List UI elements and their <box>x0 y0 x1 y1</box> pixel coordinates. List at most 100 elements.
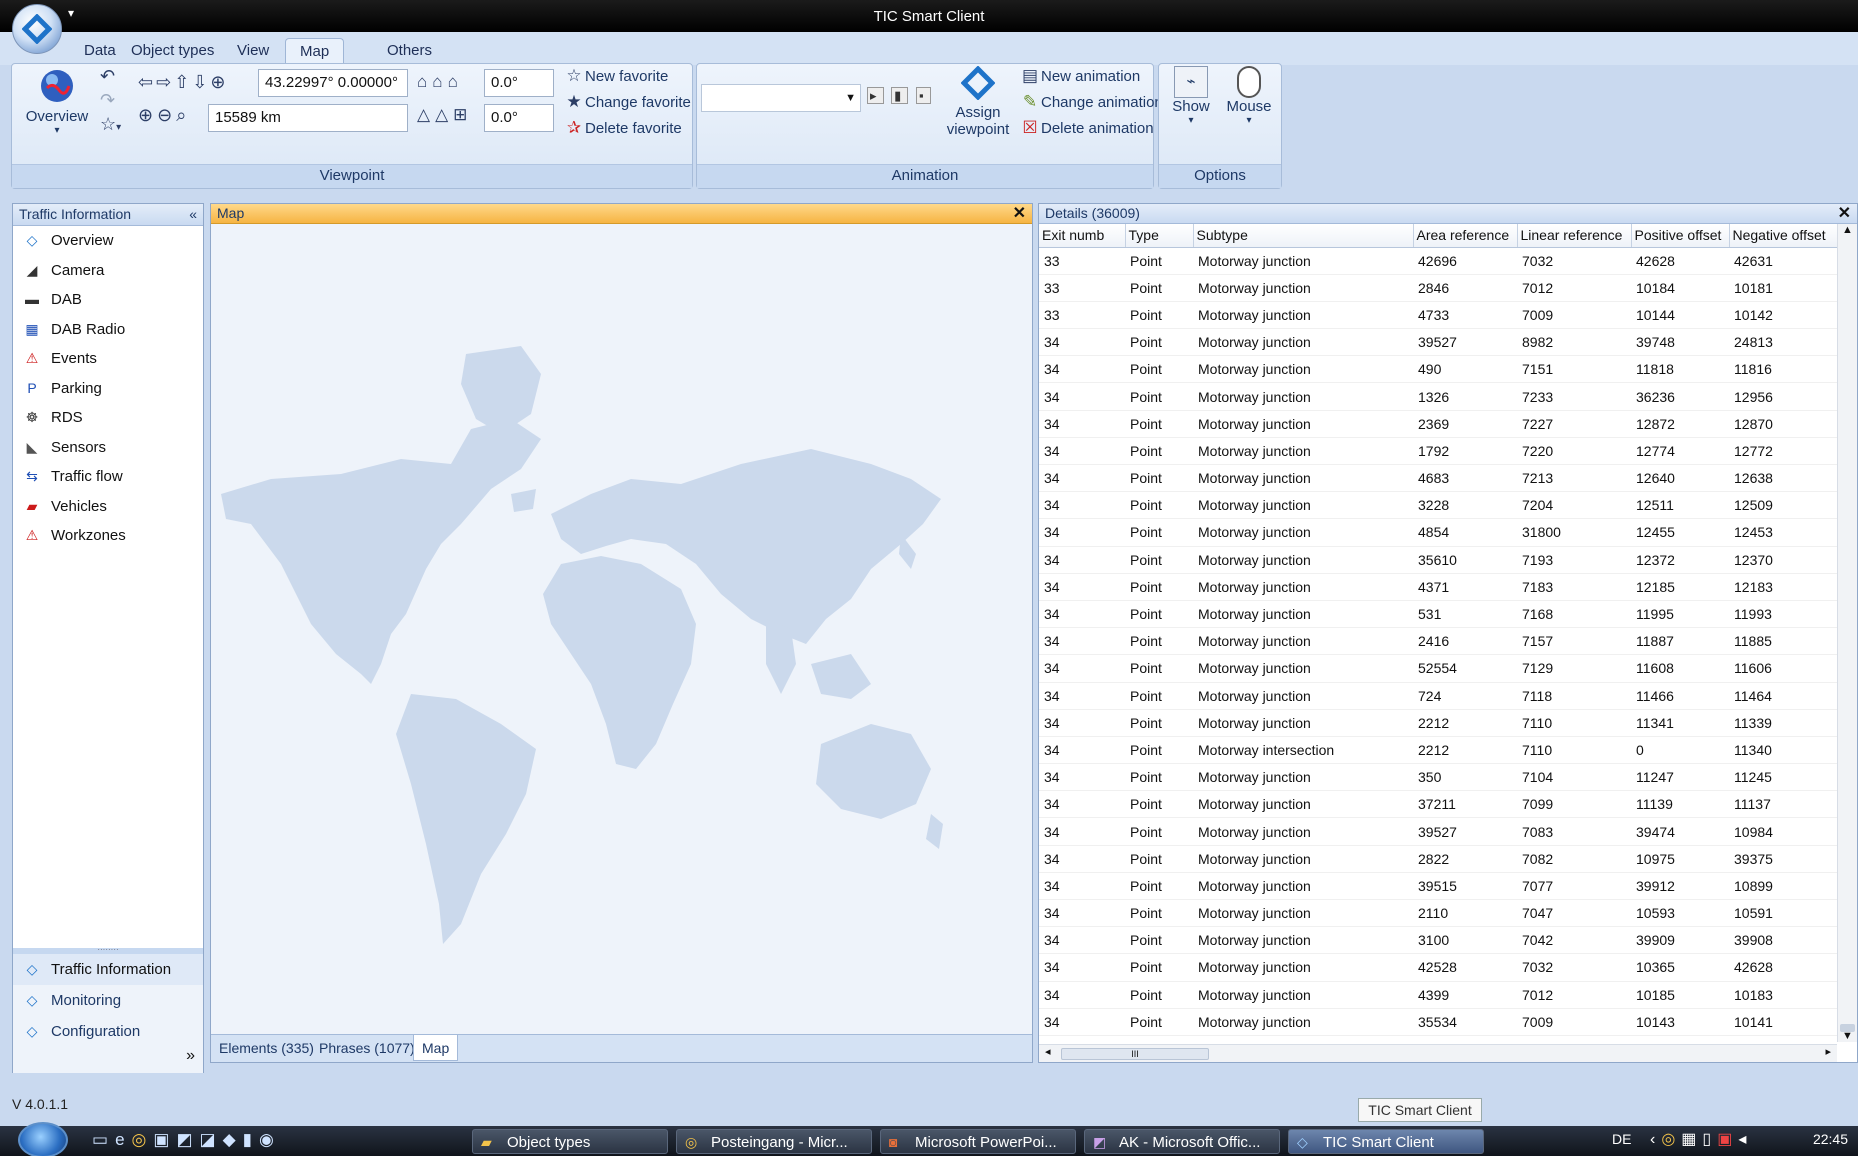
tray-network-icon[interactable]: ▦ <box>1681 1131 1702 1148</box>
table-row[interactable]: 34 Point Motorway junction 1326 7233 36236 129… <box>1039 382 1837 411</box>
table-row[interactable]: 34 Point Motorway junction 4399 7012 10185 101… <box>1039 981 1837 1009</box>
sidebar-item-camera[interactable]: ◢ Camera <box>13 256 203 286</box>
nav-traffic-information[interactable]: ◇ Traffic Information <box>13 954 203 985</box>
world-map[interactable] <box>211 224 1032 1062</box>
tilt-angle-field[interactable]: 0.0° <box>484 104 554 132</box>
close-map-icon[interactable]: ✕ <box>1013 204 1026 223</box>
monitor-icon[interactable]: ▣ <box>153 1130 176 1149</box>
nav-configuration[interactable]: ◇ Configuration <box>13 1016 203 1047</box>
nav-monitoring[interactable]: ◇ Monitoring <box>13 985 203 1016</box>
change-animation-button[interactable]: ✎ Change animation <box>1019 92 1163 112</box>
arrow-down-icon[interactable]: ⇩ <box>192 72 210 92</box>
scroll-right-icon[interactable]: ▸ <box>1825 1045 1831 1058</box>
pause-icon[interactable]: ▮ <box>891 87 909 104</box>
center-target-icon[interactable]: ⊕ <box>210 72 228 92</box>
column-header[interactable]: Area reference <box>1413 224 1518 248</box>
table-row[interactable]: 34 Point Motorway junction 531 7168 11995 1199… <box>1039 600 1837 629</box>
more-options-icon[interactable]: » <box>13 1047 203 1073</box>
heading-angle-field[interactable]: 0.0° <box>484 69 554 97</box>
arrow-up-icon[interactable]: ⇧ <box>174 72 192 92</box>
table-row[interactable]: 34 Point Motorway junction 39515 7077 39912 10… <box>1039 872 1837 901</box>
outlook-icon[interactable]: ◎ <box>132 1130 154 1149</box>
taskbar-tic-smart-client[interactable]: ◇ TIC Smart Client <box>1288 1129 1484 1154</box>
sidebar-item-rds[interactable]: ☸ RDS <box>13 403 203 433</box>
vertical-scrollbar[interactable]: ▲ ▼ <box>1837 224 1857 1042</box>
tray-mail-icon[interactable]: ◎ <box>1661 1131 1681 1148</box>
tilt-up-icon[interactable]: △ <box>417 105 435 124</box>
tab-object-types[interactable]: Object types <box>117 38 228 65</box>
app4-icon[interactable]: ▮ <box>243 1130 259 1149</box>
horizontal-scrollbar[interactable]: ◂ III ▸ <box>1039 1044 1837 1062</box>
app2-icon[interactable]: ◪ <box>200 1130 223 1149</box>
app3-icon[interactable]: ◆ <box>223 1130 243 1149</box>
tab-elements[interactable]: Elements (335) <box>211 1035 322 1061</box>
table-row[interactable]: 34 Point Motorway junction 52554 7129 11608 11… <box>1039 654 1837 683</box>
table-row[interactable]: 33 Point Motorway junction 42696 7032 42628 42… <box>1039 247 1837 275</box>
table-row[interactable]: 34 Point Motorway junction 35534 7009 10143 10… <box>1039 1008 1837 1036</box>
overview-button[interactable]: Overview ▾ <box>18 68 96 136</box>
tab-view[interactable]: View <box>223 38 283 65</box>
assign-viewpoint-button[interactable]: Assign viewpoint <box>945 65 1011 138</box>
column-header[interactable]: Linear reference <box>1517 224 1632 248</box>
scroll-down-icon[interactable]: ▼ <box>1838 1030 1857 1042</box>
table-row[interactable]: 34 Point Motorway junction 39527 8982 39748 24… <box>1039 328 1837 357</box>
scroll-up-icon[interactable]: ▲ <box>1838 224 1857 236</box>
table-row[interactable]: 34 Point Motorway junction 724 7118 11466 1146… <box>1039 682 1837 710</box>
collapse-sidebar-icon[interactable]: « <box>189 204 197 225</box>
taskbar-object-types[interactable]: ▰ Object types <box>472 1129 668 1154</box>
battery-icon[interactable]: ▯ <box>1702 1131 1717 1148</box>
taskbar-powerpoint[interactable]: ◙ Microsoft PowerPoi... <box>880 1129 1076 1154</box>
table-row[interactable]: 34 Point Motorway junction 39527 7083 39474 10… <box>1039 817 1837 846</box>
table-row[interactable]: 34 Point Motorway junction 2822 7082 10975 393… <box>1039 845 1837 873</box>
distance-field[interactable]: 15589 km <box>208 104 408 132</box>
change-favorite-button[interactable]: ★ Change favorite <box>563 92 691 112</box>
rotate-right-icon[interactable]: ⌂ <box>448 72 463 91</box>
table-row[interactable]: 34 Point Motorway junction 35610 7193 12372 12… <box>1039 546 1837 574</box>
volume-icon[interactable]: ◂ <box>1738 1131 1752 1148</box>
table-row[interactable]: 34 Point Motorway junction 2212 7110 11341 113… <box>1039 709 1837 737</box>
show-desktop-icon[interactable]: ▭ <box>92 1130 115 1149</box>
table-row[interactable]: 34 Point Motorway junction 3100 7042 39909 399… <box>1039 926 1837 955</box>
sidebar-item-traffic-flow[interactable]: ⇆ Traffic flow <box>13 462 203 492</box>
sidebar-item-events[interactable]: ⚠ Events <box>13 344 203 374</box>
table-row[interactable]: 34 Point Motorway junction 4854 31800 12455 12… <box>1039 518 1837 547</box>
column-header[interactable]: Positive offset <box>1631 224 1730 248</box>
tab-map[interactable]: Map <box>285 38 345 65</box>
redo-icon[interactable]: ↷ <box>100 90 115 111</box>
sidebar-item-dab[interactable]: ▬ DAB <box>13 285 203 315</box>
rotate-left-icon[interactable]: ⌂ <box>417 72 432 91</box>
tab-others[interactable]: Others <box>373 38 446 65</box>
start-button[interactable] <box>18 1122 68 1156</box>
arrow-right-icon[interactable]: ⇨ <box>156 72 174 92</box>
sidebar-item-overview[interactable]: ◇ Overview <box>13 226 203 256</box>
tab-map-view[interactable]: Map <box>413 1035 459 1061</box>
sidebar-item-sensors[interactable]: ◣ Sensors <box>13 433 203 463</box>
arrow-left-icon[interactable]: ⇦ <box>138 72 156 92</box>
delete-favorite-button[interactable]: ✰ Delete favorite <box>563 118 682 138</box>
tray-alert-icon[interactable]: ▣ <box>1717 1131 1738 1148</box>
show-button[interactable]: ⌁ Show ▾ <box>1165 66 1217 126</box>
table-row[interactable]: 34 Point Motorway junction 350 7104 11247 1124… <box>1039 763 1837 792</box>
sidebar-item-dab-radio[interactable]: ▦ DAB Radio <box>13 315 203 345</box>
taskbar-office[interactable]: ◩ AK - Microsoft Offic... <box>1084 1129 1280 1154</box>
table-row[interactable]: 34 Point Motorway junction 2369 7227 12872 128… <box>1039 410 1837 438</box>
tray-expand-icon[interactable]: ‹ <box>1650 1131 1661 1148</box>
app-icon[interactable]: ◩ <box>176 1130 199 1149</box>
quick-access-dropdown-icon[interactable]: ▾ <box>68 6 74 20</box>
stop-icon[interactable]: ▪ <box>915 87 931 104</box>
column-header[interactable]: Type <box>1125 224 1194 248</box>
mouse-button[interactable]: Mouse ▾ <box>1223 66 1275 126</box>
zoom-in-icon[interactable]: ⊕ <box>138 105 157 125</box>
zoom-out-icon[interactable]: ⊖ <box>157 105 176 125</box>
clock[interactable]: 22:45 <box>1813 1131 1848 1147</box>
browser-icon[interactable]: e <box>115 1130 131 1149</box>
new-favorite-button[interactable]: ☆ New favorite <box>563 66 668 86</box>
application-menu-button[interactable] <box>12 4 62 54</box>
sidebar-item-vehicles[interactable]: ▰ Vehicles <box>13 492 203 522</box>
tilt-down-icon[interactable]: △ <box>435 105 453 124</box>
play-icon[interactable]: ▸ <box>867 87 884 104</box>
table-row[interactable]: 35PointMotorway triangle3624172333623712… <box>1039 1035 1837 1042</box>
table-row[interactable]: 34 Point Motorway junction 3228 7204 12511 125… <box>1039 491 1837 520</box>
table-row[interactable]: 34 Point Motorway junction 2416 7157 11887 118… <box>1039 627 1837 656</box>
table-row[interactable]: 34 Point Motorway junction 4683 7213 12640 126… <box>1039 464 1837 493</box>
